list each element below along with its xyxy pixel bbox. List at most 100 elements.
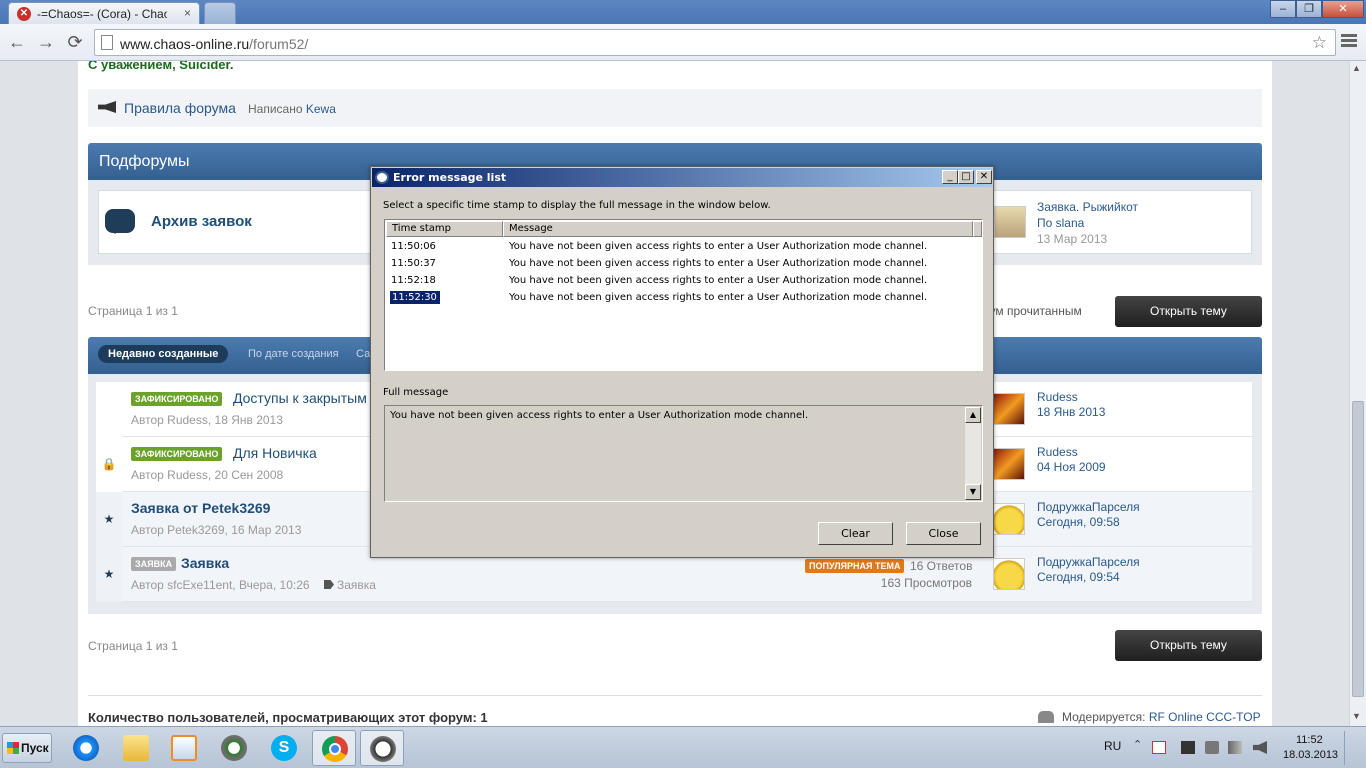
dialog-minimize-button[interactable]: _ — [942, 170, 958, 184]
list-item-selected[interactable]: 11:52:30 You have not been given access … — [386, 290, 981, 307]
chrome-icon — [322, 736, 348, 762]
column-header-filler — [973, 221, 982, 237]
page-scrollbar[interactable]: ▲ ▼ — [1349, 61, 1366, 726]
last-post-user-link[interactable]: ПодружкаПарселя — [1037, 500, 1140, 514]
app-icon — [221, 735, 247, 761]
last-post-date-link[interactable]: 04 Ноя 2009 — [1037, 460, 1106, 474]
address-bar[interactable]: www.chaos-online.ru/forum52/ ☆ — [94, 29, 1336, 56]
subforum-last-post-author[interactable]: По slana — [1037, 216, 1084, 230]
tab-close-icon[interactable]: × — [184, 6, 191, 20]
error-list[interactable]: Time stamp Message 11:50:06 You have not… — [384, 219, 983, 371]
row-time: 11:52:30 — [390, 291, 440, 304]
taskbar-internet-explorer[interactable] — [64, 730, 108, 766]
forward-arrow-icon[interactable]: → — [35, 31, 57, 53]
bookmark-star-icon[interactable]: ☆ — [1312, 33, 1327, 53]
subforum-last-post-link[interactable]: Заявка. Рыжийкот — [1037, 200, 1138, 214]
scroll-down-icon[interactable]: ▼ — [965, 484, 981, 500]
language-indicator[interactable]: RU — [1104, 739, 1121, 753]
subforum-last-post-date: 13 Мар 2013 — [1037, 232, 1108, 246]
window-minimize-button[interactable]: – — [1270, 0, 1296, 18]
last-post-date-link[interactable]: 18 Янв 2013 — [1037, 405, 1105, 419]
filter-by-date-tab[interactable]: По дате создания — [248, 348, 339, 360]
avatar[interactable] — [993, 393, 1025, 425]
rules-author-line: Написано Kewa — [248, 102, 336, 116]
open-topic-button[interactable]: Открыть тему — [1115, 630, 1262, 661]
list-item[interactable]: 11:50:06 You have not been given access … — [386, 239, 981, 256]
chrome-menu-icon[interactable] — [1340, 32, 1358, 50]
url-text[interactable]: www.chaos-online.ru/forum52/ — [120, 36, 308, 52]
usb-icon[interactable] — [1205, 741, 1219, 754]
avatar[interactable] — [994, 206, 1026, 238]
last-post-user-link[interactable]: Rudess — [1037, 445, 1078, 459]
open-topic-button[interactable]: Открыть тему — [1115, 296, 1262, 327]
window-restore-button[interactable]: ❐ — [1296, 0, 1322, 18]
display-icon[interactable] — [1181, 741, 1195, 754]
last-post-user-link[interactable]: Rudess — [1037, 390, 1078, 404]
chat-bubble-icon — [105, 209, 135, 234]
security-icon[interactable] — [1152, 741, 1166, 754]
scroll-up-icon[interactable]: ▲ — [965, 407, 981, 423]
moderator-link[interactable]: RF Online CCC-TOP — [1149, 710, 1261, 724]
taskbar-game-client[interactable] — [360, 730, 404, 766]
topic-title-link[interactable]: Заявка от Petek3269 — [131, 500, 270, 516]
subforum-name-link[interactable]: Архив заявок — [151, 213, 252, 230]
error-message-dialog: Error message list _ □ ✕ Select a specif… — [370, 166, 994, 558]
last-post-user-link[interactable]: ПодружкаПарселя — [1037, 555, 1140, 569]
last-post-date-link[interactable]: Сегодня, 09:58 — [1037, 515, 1120, 529]
topic-meta: Автор sfcExe11ent, Вчера, 10:26 — [131, 578, 310, 592]
close-button[interactable]: Close — [906, 522, 981, 545]
moderated-by: Модерируется: RF Online CCC-TOP — [1062, 710, 1261, 724]
dialog-titlebar[interactable]: Error message list _ □ ✕ — [372, 168, 992, 187]
avatar[interactable] — [993, 448, 1025, 480]
dialog-maximize-button[interactable]: □ — [958, 170, 974, 184]
taskbar-explorer[interactable] — [114, 730, 158, 766]
avatar[interactable] — [993, 503, 1025, 535]
avatar[interactable] — [993, 558, 1025, 590]
full-message-box[interactable]: You have not been given access rights to… — [384, 405, 983, 502]
topic-title-link[interactable]: Доступы к закрытым — [233, 390, 367, 406]
scroll-up-icon[interactable]: ▲ — [1352, 63, 1361, 73]
taskbar-app[interactable] — [212, 730, 256, 766]
filter-recent-tab[interactable]: Недавно созданные — [98, 345, 229, 363]
start-button[interactable]: Пуск — [2, 733, 52, 763]
last-post-date-link[interactable]: Сегодня, 09:54 — [1037, 570, 1120, 584]
new-tab-button[interactable] — [204, 2, 236, 24]
network-icon[interactable] — [1228, 741, 1242, 754]
tag-link[interactable]: Заявка — [337, 578, 376, 592]
dialog-close-icon[interactable]: ✕ — [976, 170, 992, 184]
list-item[interactable]: 11:52:18 You have not been given access … — [386, 273, 981, 290]
rules-author-link[interactable]: Kewa — [306, 102, 336, 116]
show-desktop-button[interactable] — [1344, 731, 1362, 765]
tray-expand-icon[interactable]: ⌃ — [1133, 738, 1147, 751]
back-arrow-icon[interactable]: ← — [6, 31, 28, 53]
application-badge: ЗАЯВКА — [131, 557, 177, 571]
taskbar-skype[interactable]: S — [262, 730, 306, 766]
taskbar-chrome[interactable] — [312, 730, 356, 766]
list-item[interactable]: 11:50:37 You have not been given access … — [386, 256, 981, 273]
row-message: You have not been given access rights to… — [509, 292, 928, 303]
mark-read-link[interactable]: рум прочитанным — [983, 304, 1082, 318]
window-close-button[interactable]: ✕ — [1322, 0, 1364, 18]
browser-tab-active[interactable]: ✕ -=Chaos=- (Cora) - Chaos O × — [8, 2, 200, 24]
clear-button[interactable]: Clear — [818, 522, 893, 545]
scroll-down-icon[interactable]: ▼ — [1352, 711, 1361, 721]
reload-icon[interactable]: ⟳ — [64, 31, 86, 53]
taskbar-media-player[interactable] — [162, 730, 206, 766]
clock-date[interactable]: 18.03.2013 — [1283, 749, 1338, 761]
forum-rules-link[interactable]: Правила форума — [124, 100, 236, 116]
clock-time[interactable]: 11:52 — [1296, 734, 1323, 746]
column-header-message[interactable]: Message — [503, 221, 973, 237]
topic-meta: Автор Rudess, 20 Сен 2008 — [131, 468, 284, 482]
scroll-thumb[interactable] — [1352, 401, 1364, 697]
row-message: You have not been given access rights to… — [509, 258, 928, 269]
column-header-time[interactable]: Time stamp — [386, 221, 503, 237]
volume-icon[interactable] — [1253, 741, 1267, 754]
subforums-title: Подфорумы — [99, 153, 190, 170]
view-count: 163 Просмотров — [880, 576, 972, 590]
topic-title-link[interactable]: Для Новичка — [233, 445, 317, 461]
topic-title-link[interactable]: Заявка — [181, 555, 229, 571]
app-icon — [375, 171, 389, 184]
filter-more-tab[interactable]: Са — [356, 348, 370, 360]
divider — [88, 695, 1262, 696]
full-message-scrollbar[interactable]: ▲ ▼ — [965, 407, 981, 500]
